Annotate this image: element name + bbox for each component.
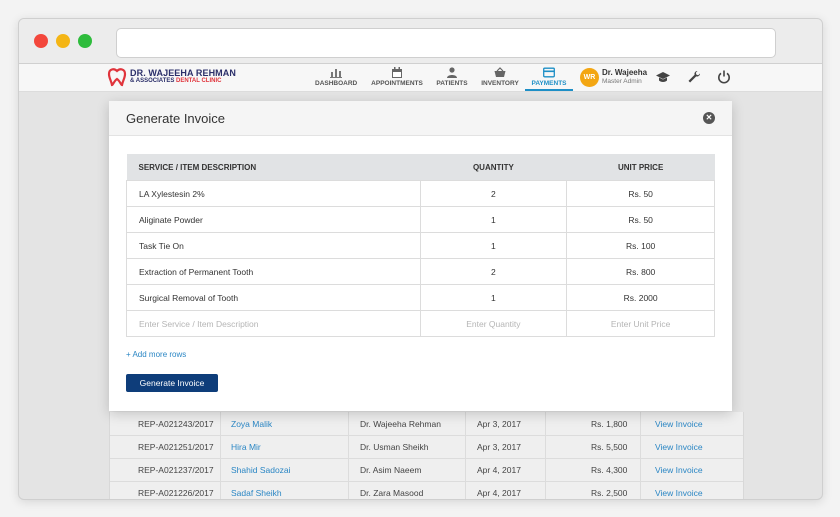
close-icon[interactable]: ✕ [703,112,715,124]
item-description[interactable]: Aliginate Powder [126,206,421,233]
maximize-window-button[interactable] [78,34,92,48]
brand-subtitle: & ASSOCIATES DENTAL CLINIC [130,78,222,84]
unit-price-input[interactable]: Enter Unit Price [566,310,715,337]
item-description[interactable]: Surgical Removal of Tooth [126,284,421,311]
app-header: DR. WAJEEHA REHMAN & ASSOCIATES DENTAL C… [19,64,822,92]
item-unit-price[interactable]: Rs. 100 [566,232,715,259]
item-quantity[interactable]: 1 [419,206,568,233]
description-input[interactable]: Enter Service / Item Description [126,310,421,337]
item-unit-price[interactable]: Rs. 2000 [566,284,715,311]
table-header-row: SERVICE / ITEM DESCRIPTION QUANTITY UNIT… [126,154,715,181]
table-row: Surgical Removal of Tooth 1 Rs. 2000 [126,284,715,311]
item-unit-price[interactable]: Rs. 800 [566,258,715,285]
graduation-cap-icon[interactable] [655,69,671,85]
person-icon [447,67,457,78]
table-row: Task Tie On 1 Rs. 100 [126,232,715,259]
column-header-description: SERVICE / ITEM DESCRIPTION [126,154,420,181]
table-row: REP-A021237/2017 Shahid Sadozai Dr. Asim… [110,458,743,482]
table-row: REP-A021251/2017 Hira Mir Dr. Usman Shei… [110,435,743,459]
table-row: REP-A021243/2017 Zoya Malik Dr. Wajeeha … [110,412,743,436]
view-invoice-link[interactable]: View Invoice [655,419,703,429]
receipts-table: REP-A021243/2017 Zoya Malik Dr. Wajeeha … [109,412,744,499]
nav-item-payments[interactable]: PAYMENTS [525,67,573,91]
item-quantity[interactable]: 2 [419,180,568,207]
card-icon [543,67,555,78]
patient-link[interactable]: Zoya Malik [231,419,272,429]
modal-header: Generate Invoice ✕ [109,101,732,136]
nav-item-inventory[interactable]: INVENTORY [479,67,521,89]
column-header-quantity: QUANTITY [420,154,567,181]
avatar[interactable]: WR [580,68,599,87]
table-row: Extraction of Permanent Tooth 2 Rs. 800 [126,258,715,285]
table-row: Aliginate Powder 1 Rs. 50 [126,206,715,233]
item-description[interactable]: Task Tie On [126,232,421,259]
quantity-input[interactable]: Enter Quantity [419,310,568,337]
modal-title: Generate Invoice [126,111,226,126]
browser-titlebar [19,19,822,64]
patient-link[interactable]: Shahid Sadozai [231,465,291,475]
nav-item-patients[interactable]: PATIENTS [435,67,469,89]
nav-item-appointments[interactable]: APPOINTMENTS [370,67,424,89]
view-invoice-link[interactable]: View Invoice [655,465,703,475]
generate-invoice-button[interactable]: Generate Invoice [126,374,218,392]
user-name[interactable]: Dr. Wajeeha [602,68,647,77]
wrench-icon[interactable] [686,69,702,85]
basket-icon [494,67,506,77]
item-unit-price[interactable]: Rs. 50 [566,180,715,207]
calendar-icon [392,67,402,78]
bar-chart-icon [330,69,342,78]
browser-window: DR. WAJEEHA REHMAN & ASSOCIATES DENTAL C… [18,18,823,500]
item-description[interactable]: Extraction of Permanent Tooth [126,258,421,285]
new-item-row: Enter Service / Item Description Enter Q… [126,310,715,337]
address-bar[interactable] [116,28,776,58]
item-quantity[interactable]: 1 [419,284,568,311]
close-window-button[interactable] [34,34,48,48]
generate-invoice-modal: Generate Invoice ✕ SERVICE / ITEM DESCRI… [109,101,732,411]
view-invoice-link[interactable]: View Invoice [655,488,703,498]
patient-link[interactable]: Hira Mir [231,442,261,452]
view-invoice-link[interactable]: View Invoice [655,442,703,452]
item-unit-price[interactable]: Rs. 50 [566,206,715,233]
item-quantity[interactable]: 2 [419,258,568,285]
power-icon[interactable] [716,69,732,85]
user-role: Master Admin [602,78,642,85]
tooth-logo-icon [107,68,127,87]
item-quantity[interactable]: 1 [419,232,568,259]
nav-item-dashboard[interactable]: DASHBOARD [315,67,357,89]
table-row: LA Xylestesin 2% 2 Rs. 50 [126,180,715,207]
invoice-items-table: SERVICE / ITEM DESCRIPTION QUANTITY UNIT… [126,154,715,337]
add-more-rows-link[interactable]: + Add more rows [126,350,186,359]
patient-link[interactable]: Sadaf Sheikh [231,488,282,498]
minimize-window-button[interactable] [56,34,70,48]
column-header-unit-price: UNIT PRICE [566,154,715,181]
item-description[interactable]: LA Xylestesin 2% [126,180,421,207]
brand-name: DR. WAJEEHA REHMAN [130,68,236,78]
table-row: REP-A021226/2017 Sadaf Sheikh Dr. Zara M… [110,481,743,499]
